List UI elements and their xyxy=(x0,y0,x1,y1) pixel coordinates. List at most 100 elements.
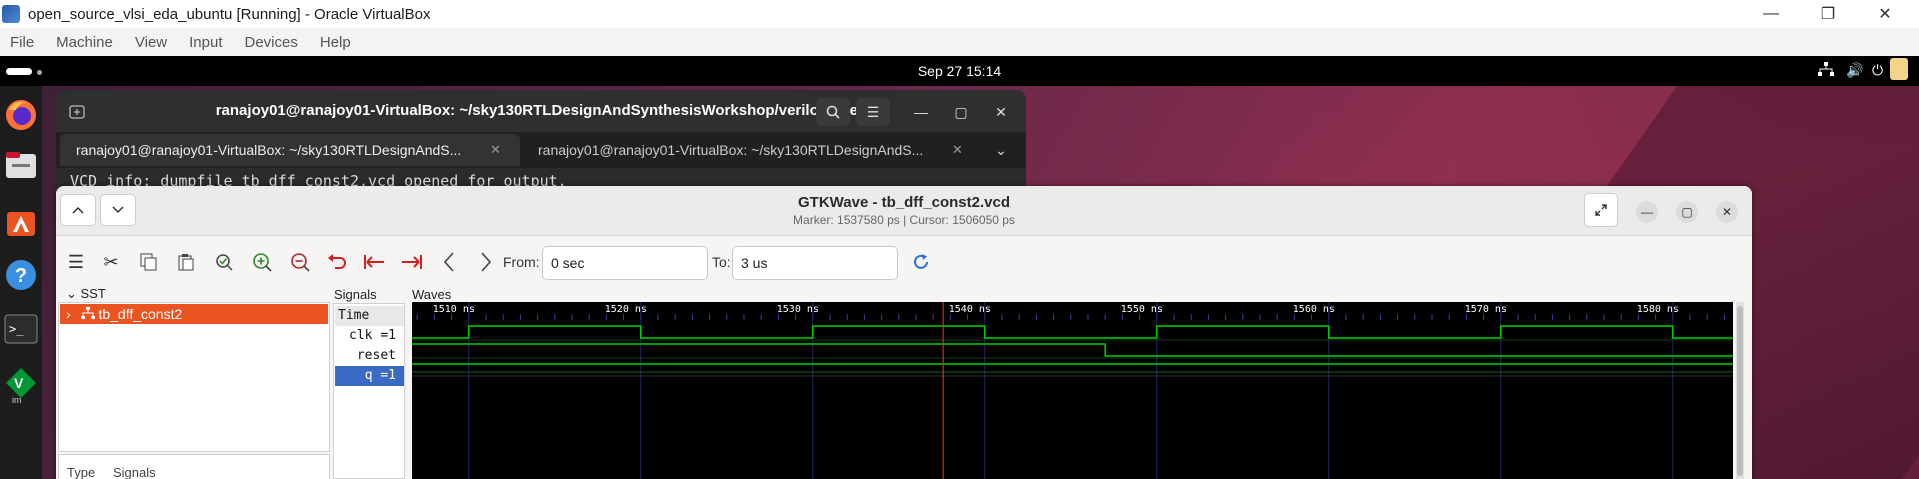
sst-label: SST xyxy=(80,286,106,301)
terminal-tab-label: ranajoy01@ranajoy01-VirtualBox: ~/sky130… xyxy=(538,142,924,158)
hamburger-menu-icon[interactable]: ☰ xyxy=(856,98,890,126)
signal-q[interactable]: q =1 xyxy=(335,366,404,386)
type-column-header[interactable]: Type xyxy=(67,465,95,479)
menu-icon[interactable]: ☰ xyxy=(63,250,89,274)
terminal-icon[interactable]: >_ xyxy=(0,306,42,352)
notification-icon[interactable] xyxy=(1890,58,1908,80)
copy-icon[interactable] xyxy=(136,250,162,274)
gnome-topbar: Sep 27 15:14 🔊 ⏻ xyxy=(0,56,1919,86)
time-tick-label: 1530 ns xyxy=(777,304,819,315)
time-tick-label: 1550 ns xyxy=(1121,304,1163,315)
to-label: To: xyxy=(712,254,731,270)
fullscreen-icon[interactable] xyxy=(1584,193,1618,227)
gtkwave-window: GTKWave - tb_dff_const2.vcd Marker: 1537… xyxy=(56,186,1752,479)
terminal-tab-1[interactable]: ranajoy01@ranajoy01-VirtualBox: ~/sky130… xyxy=(60,134,520,166)
waves-scrollbar[interactable] xyxy=(1736,302,1744,479)
sst-item-tb-dff-const2[interactable]: › tb_dff_const2 xyxy=(60,304,328,324)
gtkwave-minimize-button[interactable]: — xyxy=(1636,201,1658,223)
gtkwave-maximize-button[interactable]: ▢ xyxy=(1676,201,1698,223)
terminal-close-button[interactable]: ✕ xyxy=(984,98,1018,126)
terminal-minimize-button[interactable]: — xyxy=(904,98,938,126)
minimize-button[interactable]: — xyxy=(1743,0,1799,28)
time-tick-label: 1520 ns xyxy=(605,304,647,315)
signals-pane-label: Signals xyxy=(334,287,377,302)
window-title: open_source_vlsi_eda_ubuntu [Running] - … xyxy=(28,6,431,23)
menu-input[interactable]: Input xyxy=(178,34,233,51)
signal-clk[interactable]: clk =1 xyxy=(335,326,404,346)
zoom-out-icon[interactable] xyxy=(287,250,313,274)
ubuntu-dock: ? >_ Vim xyxy=(0,86,42,479)
menu-file[interactable]: File xyxy=(0,34,45,51)
power-icon[interactable]: ⏻ xyxy=(1872,62,1883,79)
menu-help[interactable]: Help xyxy=(309,34,362,51)
hierarchy-icon xyxy=(80,304,95,324)
jump-to-end-icon[interactable] xyxy=(399,250,425,274)
terminal-maximize-button[interactable]: ▢ xyxy=(944,98,978,126)
scrollbar-thumb[interactable] xyxy=(1737,306,1743,476)
paste-icon[interactable] xyxy=(173,250,199,274)
from-label: From: xyxy=(503,254,540,270)
time-tick-label: 1570 ns xyxy=(1465,304,1507,315)
menu-devices[interactable]: Devices xyxy=(234,34,309,51)
svg-text:im: im xyxy=(12,395,22,404)
firefox-icon[interactable] xyxy=(0,92,42,138)
time-tick-label: 1540 ns xyxy=(949,304,991,315)
clk-trace xyxy=(412,325,1733,339)
zoom-in-icon[interactable] xyxy=(249,250,275,274)
guest-desktop: Sep 27 15:14 🔊 ⏻ ? >_ V im ranajoy01@ran… xyxy=(0,56,1919,479)
vim-icon[interactable]: Vim xyxy=(0,362,42,408)
gtkwave-subtitle: Marker: 1537580 ps | Cursor: 1506050 ps xyxy=(793,213,1015,227)
signals-column-header[interactable]: Signals xyxy=(113,465,156,479)
reset-trace xyxy=(412,343,1733,357)
waves-pane-label: Waves xyxy=(412,287,452,302)
gtkwave-close-button[interactable]: ✕ xyxy=(1716,201,1738,223)
chevron-right-icon[interactable]: › xyxy=(66,306,71,322)
close-button[interactable]: ✕ xyxy=(1857,0,1913,28)
screen: open_source_vlsi_eda_ubuntu [Running] - … xyxy=(0,0,1919,479)
files-icon[interactable] xyxy=(0,142,42,188)
app-center-icon[interactable] xyxy=(0,198,42,244)
menu-machine[interactable]: Machine xyxy=(45,34,124,51)
close-icon[interactable]: ✕ xyxy=(952,134,963,166)
chevron-down-icon[interactable]: ⌄ xyxy=(984,136,1018,164)
gtkwave-toolbar: ☰ ✂ From: 0 sec To: 3 us xyxy=(56,236,1752,284)
terminal-tab-2[interactable]: ranajoy01@ranajoy01-VirtualBox: ~/sky130… xyxy=(522,134,982,166)
signals-pane: Time clk =1 reset =1 q =1 xyxy=(333,303,405,479)
terminal-tabbar: ranajoy01@ranajoy01-VirtualBox: ~/sky130… xyxy=(56,132,1026,168)
waveform-display[interactable]: 1510 ns 1520 ns 1530 ns 1540 ns 1550 ns 1560 … xyxy=(412,302,1733,479)
clock[interactable]: Sep 27 15:14 xyxy=(0,63,1919,79)
undo-icon[interactable] xyxy=(324,250,350,274)
network-icon[interactable] xyxy=(1818,62,1834,79)
zoom-fit-icon[interactable] xyxy=(211,250,237,274)
sst-header[interactable]: ⌄ SST xyxy=(66,286,106,302)
gtkwave-headerbar: GTKWave - tb_dff_const2.vcd Marker: 1537… xyxy=(56,186,1752,236)
virtualbox-titlebar: open_source_vlsi_eda_ubuntu [Running] - … xyxy=(0,0,1919,28)
time-tick-label: 1510 ns xyxy=(433,304,475,315)
next-edge-icon[interactable] xyxy=(473,250,499,274)
restore-button[interactable]: ❐ xyxy=(1800,0,1856,28)
waves-canvas[interactable]: 1510 ns 1520 ns 1530 ns 1540 ns 1550 ns 1560 … xyxy=(412,302,1733,479)
signal-time[interactable]: Time xyxy=(335,306,404,326)
from-time-input[interactable] xyxy=(542,246,708,280)
virtualbox-menubar: File Machine View Input Devices Help xyxy=(0,28,1919,56)
gtkwave-title: GTKWave - tb_dff_const2.vcd xyxy=(798,194,1010,211)
search-icon[interactable] xyxy=(816,98,850,126)
help-icon[interactable]: ? xyxy=(0,252,42,298)
svg-text:V: V xyxy=(14,375,24,391)
reload-icon[interactable] xyxy=(908,250,934,274)
svg-text:?: ? xyxy=(15,265,27,287)
to-time-input[interactable] xyxy=(732,246,898,280)
sst-item-label: tb_dff_const2 xyxy=(98,306,183,322)
time-tick-label: 1560 ns xyxy=(1293,304,1335,315)
cut-icon[interactable]: ✂ xyxy=(98,250,124,274)
volume-icon[interactable]: 🔊 xyxy=(1846,62,1863,79)
previous-edge-icon[interactable] xyxy=(436,250,462,274)
terminal-tab-label: ranajoy01@ranajoy01-VirtualBox: ~/sky130… xyxy=(76,142,462,158)
close-icon[interactable]: ✕ xyxy=(490,134,501,166)
virtualbox-app-icon xyxy=(2,5,20,23)
jump-to-start-icon[interactable] xyxy=(361,250,387,274)
signal-reset[interactable]: reset =1 xyxy=(335,346,404,383)
menu-view[interactable]: View xyxy=(124,34,178,51)
sst-tree: › tb_dff_const2 xyxy=(58,302,330,452)
sst-signal-list: Type Signals xyxy=(58,454,330,479)
